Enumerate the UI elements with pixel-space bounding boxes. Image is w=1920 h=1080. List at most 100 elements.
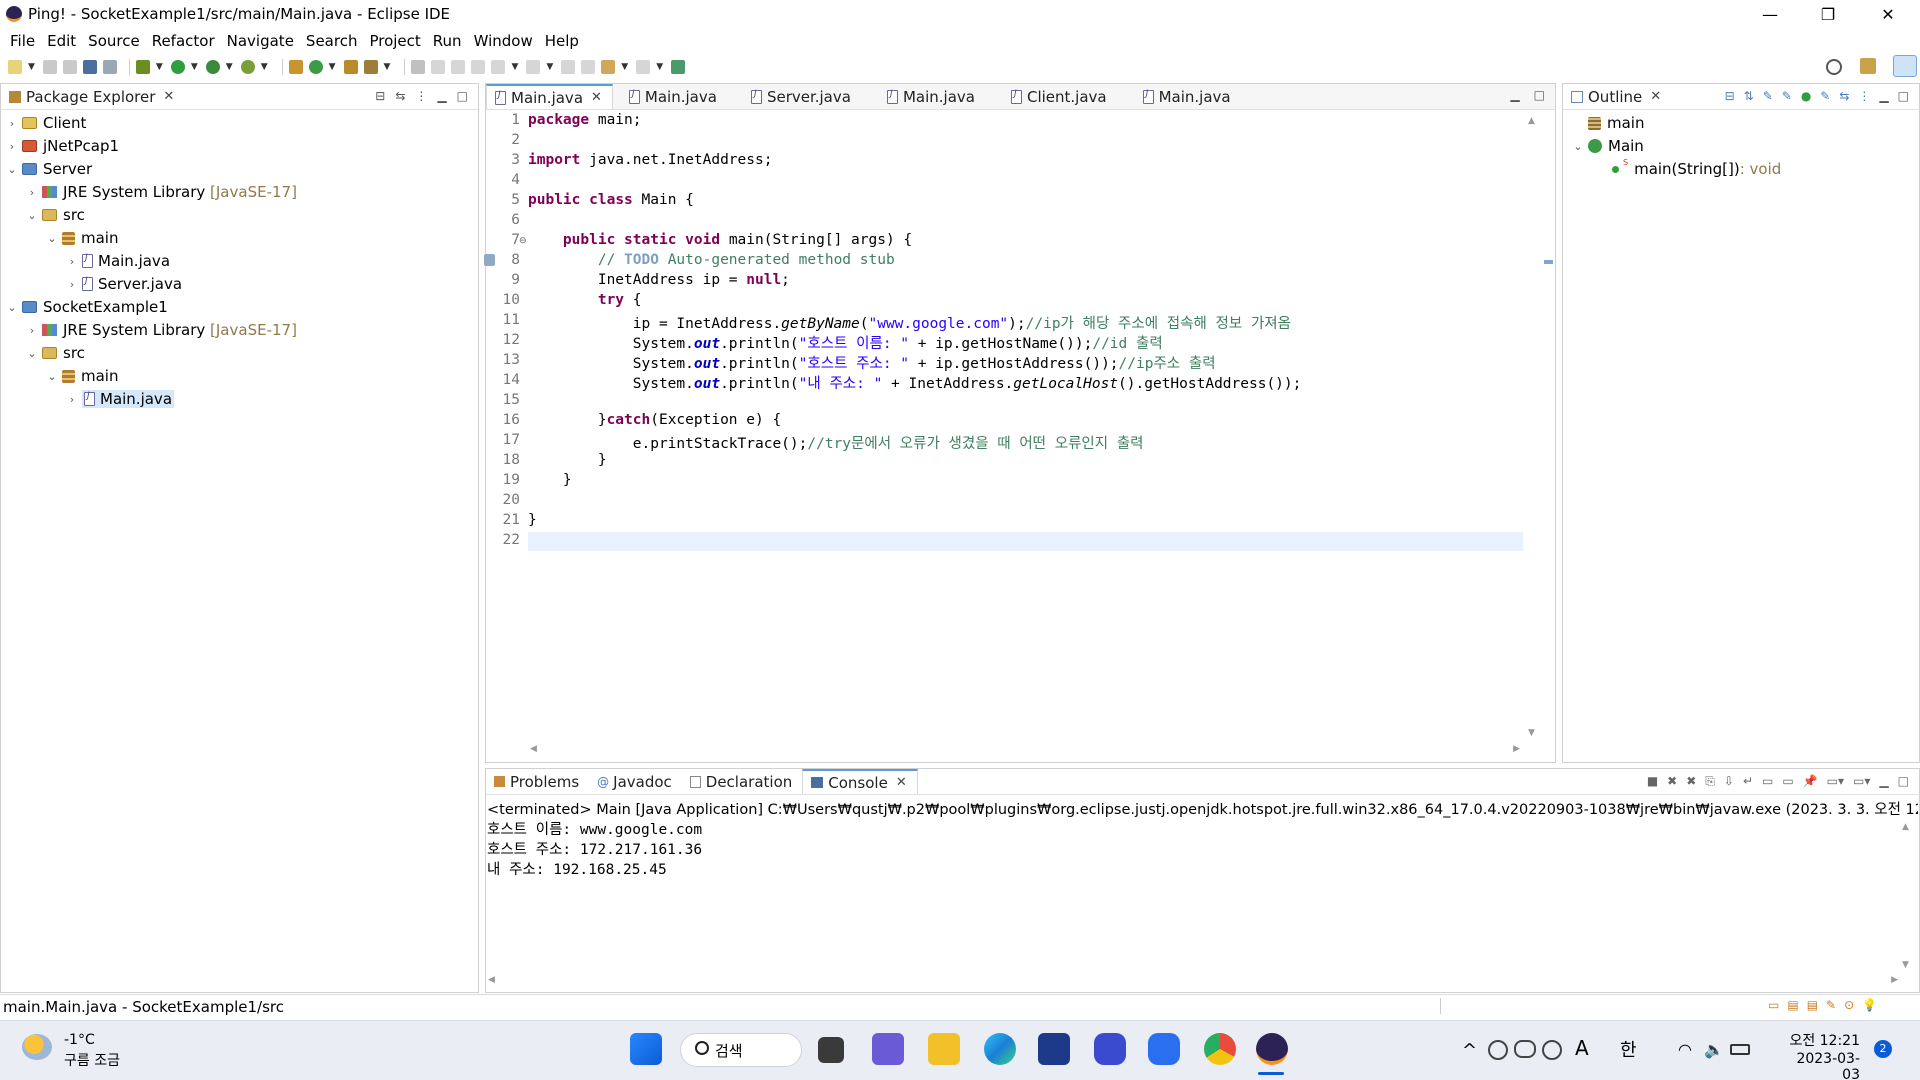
tree-item-main-package[interactable]: ⌄ main [46,227,118,249]
java-perspective-icon[interactable] [1893,55,1917,77]
hide-non-public-icon[interactable]: ● [1801,89,1811,103]
last-edit-icon[interactable] [561,60,576,74]
chevron-down-icon[interactable]: ⌄ [26,209,38,222]
tree-item-jre-library[interactable]: › JRE System Library [JavaSE-17] [26,319,297,341]
chevron-right-icon[interactable]: › [26,324,38,337]
tab-main-java-active[interactable]: Main.java ✕ [486,84,613,109]
volume-icon[interactable]: 🔈 [1704,1040,1724,1059]
windows-start-icon[interactable] [630,1033,662,1065]
close-icon[interactable]: ✕ [591,90,602,105]
console-horizontal-scrollbar[interactable]: ◀ ▶ [488,975,1898,989]
chevron-down-icon[interactable]: ⌄ [6,163,18,176]
marker-trim-icon[interactable]: ⊙ [1844,998,1854,1012]
terminal-icon[interactable] [82,60,97,74]
outline-class[interactable]: ⌄ Main [1572,135,1643,157]
show-whitespace-icon[interactable] [471,60,486,74]
chevron-right-icon[interactable]: › [6,117,18,130]
brush-trim-icon[interactable]: ✎ [1826,998,1836,1012]
edit-icon[interactable] [431,60,446,74]
scroll-lock-icon[interactable]: ⇩ [1724,774,1734,789]
menu-window[interactable]: Window [468,32,539,50]
chevron-down-icon[interactable]: ⌄ [46,232,58,245]
outline-package[interactable]: main [1572,112,1644,134]
tab-declaration[interactable]: Declaration [682,769,802,794]
hide-fields-icon[interactable]: ✎ [1763,89,1773,103]
clock-date[interactable]: 2023-03-03 [1780,1051,1860,1080]
menu-file[interactable]: File [4,32,41,50]
view-menu-icon[interactable]: ⋮ [1858,89,1870,103]
chevron-down-icon[interactable]: ⌄ [1572,140,1584,153]
minimize-view-icon[interactable]: ▁ [1510,88,1519,102]
chevron-right-icon[interactable]: › [66,278,78,291]
ime-mode-han[interactable]: 한 [1620,1036,1637,1062]
tab-outline[interactable]: Outline ✕ [1563,84,1671,109]
tree-item-server[interactable]: ⌄ Server [6,158,92,180]
collapse-all-icon[interactable]: ⊟ [375,89,385,103]
view-menu-icon[interactable]: ⋮ [415,89,427,103]
link-editor-icon[interactable]: ⇆ [1839,89,1849,103]
menu-source[interactable]: Source [82,32,146,50]
tree-item-server-java[interactable]: › Server.java [66,273,182,295]
menu-run[interactable]: Run [427,32,468,50]
menu-search[interactable]: Search [300,32,364,50]
tab-javadoc[interactable]: @ Javadoc [589,769,682,794]
tip-bulb-icon[interactable]: 💡 [1862,998,1877,1012]
eclipse-taskbar-icon[interactable] [1256,1033,1288,1065]
app-b-icon[interactable] [1148,1033,1180,1065]
notification-badge[interactable]: 2 [1874,1040,1892,1058]
show-on-output-icon[interactable]: ▭ [1762,774,1773,789]
console-trim-icon[interactable]: ▭ [1768,998,1779,1012]
forward-icon[interactable] [636,60,651,74]
microsoft-store-icon[interactable] [1038,1033,1070,1065]
task-marker-icon[interactable] [484,254,495,266]
forward-edit-icon[interactable] [581,60,596,74]
task-trim-icon[interactable]: ▤ [1807,998,1818,1012]
tree-item-main-java[interactable]: › Main.java [66,250,170,272]
tab-problems[interactable]: Problems [486,769,589,794]
tree-item-src[interactable]: ⌄ src [26,204,85,226]
task-view-icon[interactable] [818,1037,844,1063]
annotation-icon[interactable] [411,60,426,74]
weather-icon[interactable] [22,1034,52,1060]
menu-navigate[interactable]: Navigate [221,32,300,50]
chevron-down-icon[interactable]: ⌄ [26,347,38,360]
open-console-icon[interactable]: ▭▾ [1853,774,1870,789]
chrome-icon[interactable] [1204,1033,1236,1065]
tree-item-jnetpcap1[interactable]: › jNetPcap1 [6,135,119,157]
new-java-package-icon[interactable] [288,60,303,74]
console-vertical-scrollbar[interactable]: ▲ ▼ [1902,822,1916,970]
chevron-down-icon[interactable]: ⌄ [46,370,58,383]
teams-chat-icon[interactable] [872,1033,904,1065]
search-icon[interactable] [1826,59,1842,75]
chevron-right-icon[interactable]: › [66,255,78,268]
close-button[interactable]: ✕ [1860,0,1916,28]
taskbar-search-box[interactable]: 검색 [680,1033,802,1067]
console-output[interactable]: 호스트 이름: www.google.com 호스트 주소: 172.217.1… [487,820,702,880]
chevron-down-icon[interactable]: ⌄ [6,301,18,314]
tree-item-main-package[interactable]: ⌄ main [46,365,118,387]
show-hidden-icons-icon[interactable]: ^ [1462,1040,1477,1061]
save-icon[interactable] [42,60,57,74]
external-tools-icon[interactable] [240,60,255,74]
tab-console[interactable]: Console ✕ [802,769,918,794]
tree-item-main-java-selected[interactable]: › Main.java [66,388,175,410]
tree-item-socketexample1[interactable]: ⌄ SocketExample1 [6,296,167,318]
hide-local-types-icon[interactable]: ✎ [1820,89,1830,103]
tab-server-java[interactable]: Server.java [743,84,861,109]
block-selection-icon[interactable] [451,60,466,74]
maximize-view-icon[interactable]: □ [1534,88,1545,102]
tree-item-src[interactable]: ⌄ src [26,342,85,364]
clock-time[interactable]: 오전 12:21 [1780,1030,1860,1050]
book-trim-icon[interactable]: ▤ [1787,998,1798,1012]
tab-main-java[interactable]: Main.java [879,84,985,109]
show-on-error-icon[interactable]: ▭ [1782,774,1793,789]
sort-icon[interactable]: ⇅ [1744,89,1754,103]
close-icon[interactable]: ✕ [1650,89,1661,104]
new-icon[interactable] [8,60,22,74]
search-tool-icon[interactable] [363,60,378,74]
sync-icon[interactable] [1542,1040,1562,1060]
skip-breakpoints-icon[interactable] [102,60,117,74]
chevron-right-icon[interactable]: › [66,393,78,406]
link-editor-icon[interactable]: ⇆ [395,89,405,103]
maximize-view-icon[interactable]: □ [457,89,468,103]
